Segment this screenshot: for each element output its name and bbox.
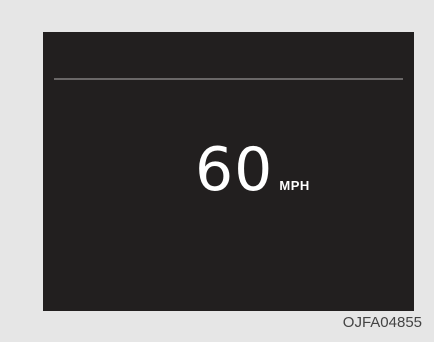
cluster-display: 60 MPH	[43, 32, 414, 311]
speed-value: 60	[195, 135, 274, 205]
figure-code: OJFA04855	[342, 314, 422, 331]
speed-unit: MPH	[279, 178, 310, 193]
speed-readout: 60 MPH	[195, 140, 310, 200]
display-divider	[54, 78, 403, 80]
